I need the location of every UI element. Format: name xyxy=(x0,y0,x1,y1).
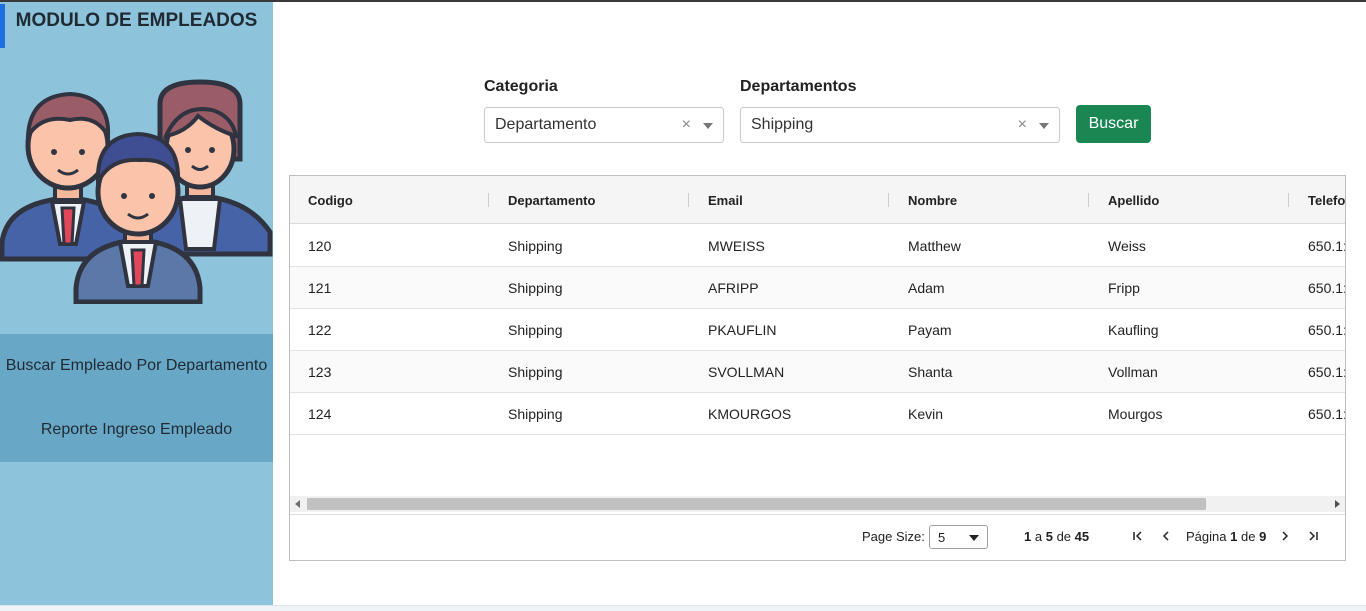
cell-telefono: 650.1: xyxy=(1308,280,1346,296)
first-page-icon[interactable] xyxy=(1130,527,1146,545)
cell-codigo: 121 xyxy=(308,280,332,296)
column-separator[interactable] xyxy=(1088,193,1089,207)
cell-departamento: Shipping xyxy=(508,280,563,296)
table-row[interactable]: 124 Shipping KMOURGOS Kevin Mourgos 650.… xyxy=(290,393,1345,435)
current-page: 1 xyxy=(1230,529,1238,544)
column-separator[interactable] xyxy=(1288,193,1289,207)
cell-codigo: 122 xyxy=(308,322,332,338)
cell-email: MWEISS xyxy=(708,238,765,254)
column-header-telefono[interactable]: Telefo xyxy=(1308,176,1345,224)
app-title: MODULO DE EMPLEADOS xyxy=(15,10,258,31)
pagination-bar: Page Size: 5 1 a 5 de 45 Página 1 de 9 xyxy=(290,514,1345,560)
departamentos-select[interactable]: Shipping × xyxy=(740,107,1060,143)
last-page-icon[interactable] xyxy=(1305,527,1321,545)
cell-departamento: Shipping xyxy=(508,322,563,338)
chevron-down-icon[interactable] xyxy=(703,123,713,129)
grid-header: Codigo Departamento Email Nombre Apellid… xyxy=(290,176,1345,224)
page-count: 9 xyxy=(1259,529,1267,544)
table-row[interactable]: 121 Shipping AFRIPP Adam Fripp 650.1: xyxy=(290,267,1345,309)
employees-illustration xyxy=(0,79,273,304)
cell-email: AFRIPP xyxy=(708,280,759,296)
buscar-button[interactable]: Buscar xyxy=(1076,105,1151,143)
categoria-label: Categoria xyxy=(484,78,558,95)
sidebar: MODULO DE EMPLEADOS Buscar Empleado Por … xyxy=(0,2,273,605)
cell-nombre: Matthew xyxy=(908,238,961,254)
categoria-clear-icon[interactable]: × xyxy=(682,116,691,134)
sidebar-menu: Buscar Empleado Por Departamento Reporte… xyxy=(0,334,273,462)
page-de: de xyxy=(1240,529,1256,544)
cell-nombre: Shanta xyxy=(908,364,953,380)
cell-apellido: Mourgos xyxy=(1108,406,1163,422)
cell-departamento: Shipping xyxy=(508,406,563,422)
chevron-down-icon[interactable] xyxy=(969,535,979,541)
summary-a: a xyxy=(1034,529,1043,544)
cell-telefono: 650.1: xyxy=(1308,406,1346,422)
column-header-departamento[interactable]: Departamento xyxy=(508,176,595,224)
summary-de: de xyxy=(1056,529,1072,544)
cell-telefono: 650.1: xyxy=(1308,322,1346,338)
scroll-right-icon[interactable] xyxy=(1335,500,1340,508)
column-header-codigo[interactable]: Codigo xyxy=(308,176,353,224)
page-size-value: 5 xyxy=(938,529,946,545)
column-separator[interactable] xyxy=(688,193,689,207)
table-row[interactable]: 122 Shipping PKAUFLIN Payam Kaufling 650… xyxy=(290,309,1345,351)
scrollbar-thumb[interactable] xyxy=(307,498,1206,510)
cell-email: SVOLLMAN xyxy=(708,364,785,380)
cell-apellido: Vollman xyxy=(1108,364,1158,380)
summary-total: 45 xyxy=(1074,529,1090,544)
menu-item-reporte-ingreso[interactable]: Reporte Ingreso Empleado xyxy=(0,398,273,462)
page-size-select[interactable]: 5 xyxy=(929,525,988,549)
cell-codigo: 124 xyxy=(308,406,332,422)
cell-codigo: 123 xyxy=(308,364,332,380)
previous-page-icon[interactable] xyxy=(1158,527,1174,545)
cell-telefono: 650.1: xyxy=(1308,238,1346,254)
menu-item-buscar-empleado[interactable]: Buscar Empleado Por Departamento xyxy=(0,334,273,398)
column-header-apellido[interactable]: Apellido xyxy=(1108,176,1159,224)
cell-codigo: 120 xyxy=(308,238,332,254)
cell-nombre: Kevin xyxy=(908,406,944,422)
summary-from: 1 xyxy=(1024,529,1032,544)
table-row[interactable]: 120 Shipping MWEISS Matthew Weiss 650.1: xyxy=(290,225,1345,267)
column-header-email[interactable]: Email xyxy=(708,176,743,224)
cell-email: KMOURGOS xyxy=(708,406,792,422)
chevron-down-icon[interactable] xyxy=(1039,123,1049,129)
cell-departamento: Shipping xyxy=(508,238,563,254)
departamentos-value: Shipping xyxy=(751,116,814,133)
column-separator[interactable] xyxy=(888,193,889,207)
cell-apellido: Kaufling xyxy=(1108,322,1159,338)
cell-nombre: Payam xyxy=(908,322,952,338)
cell-apellido: Weiss xyxy=(1108,238,1146,254)
cell-email: PKAUFLIN xyxy=(708,322,777,338)
column-separator[interactable] xyxy=(488,193,489,207)
row-summary: 1 a 5 de 45 xyxy=(1024,529,1089,544)
next-page-icon[interactable] xyxy=(1277,527,1293,545)
categoria-value: Departamento xyxy=(495,116,597,133)
column-header-nombre[interactable]: Nombre xyxy=(908,176,957,224)
categoria-select[interactable]: Departamento × xyxy=(484,107,724,143)
cell-telefono: 650.1: xyxy=(1308,364,1346,380)
cell-departamento: Shipping xyxy=(508,364,563,380)
horizontal-scrollbar[interactable] xyxy=(290,496,1345,512)
departamentos-label: Departamentos xyxy=(740,78,857,95)
page-info: Página 1 de 9 xyxy=(1186,529,1266,544)
cell-nombre: Adam xyxy=(908,280,945,296)
pagina-label: Página xyxy=(1186,529,1227,544)
departamentos-clear-icon[interactable]: × xyxy=(1018,116,1027,134)
scroll-left-icon[interactable] xyxy=(295,500,300,508)
employees-grid: Codigo Departamento Email Nombre Apellid… xyxy=(289,175,1346,561)
table-row[interactable]: 123 Shipping SVOLLMAN Shanta Vollman 650… xyxy=(290,351,1345,393)
summary-to: 5 xyxy=(1045,529,1053,544)
cell-apellido: Fripp xyxy=(1108,280,1140,296)
window-bottom-edge xyxy=(0,605,1366,611)
page-size-label: Page Size: xyxy=(862,529,925,544)
